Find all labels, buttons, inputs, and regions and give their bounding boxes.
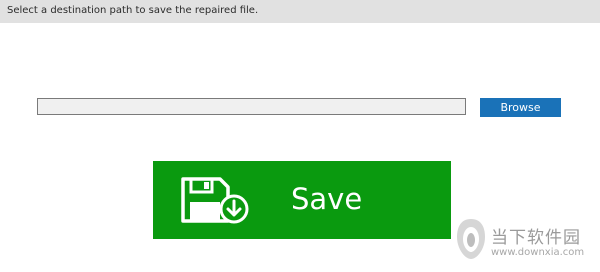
instruction-bar: Select a destination path to save the re…: [0, 0, 600, 23]
site-watermark: 当下软件园 www.downxia.com: [453, 213, 600, 272]
browse-button-label: Browse: [500, 101, 541, 114]
destination-path-input[interactable]: [37, 98, 466, 115]
floppy-disk-download-icon: [181, 177, 249, 224]
instruction-text: Select a destination path to save the re…: [7, 5, 259, 16]
browse-button[interactable]: Browse: [480, 98, 561, 117]
watermark-logo-icon: [457, 219, 485, 259]
watermark-title: 当下软件园: [491, 228, 581, 248]
save-button-label: Save: [291, 182, 363, 216]
watermark-url: www.downxia.com: [491, 247, 585, 258]
save-button[interactable]: Save: [153, 161, 451, 239]
